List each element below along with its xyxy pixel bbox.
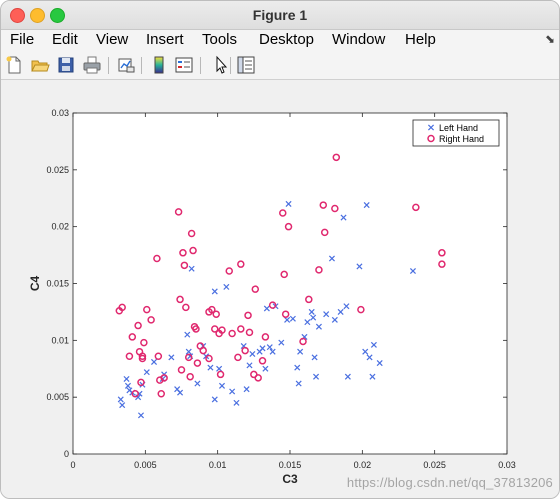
y-tick-label: 0.01 (51, 335, 69, 345)
toolbar-separator (230, 57, 231, 74)
x-tick-label: 0.02 (354, 460, 372, 470)
y-tick-label: 0.03 (51, 108, 69, 118)
figure-window: Figure 1 File Edit View Insert Tools Des… (0, 0, 560, 499)
menu-window[interactable]: Window (332, 31, 385, 48)
dock-arrow-icon[interactable]: ⬊ (545, 32, 555, 46)
insert-legend-icon[interactable] (174, 55, 194, 75)
print-icon[interactable] (82, 55, 102, 75)
toolbar-separator (200, 57, 201, 74)
toolbar-separator (141, 57, 142, 74)
y-tick-label: 0 (64, 449, 69, 459)
toolbar-separator (108, 57, 109, 74)
y-tick-label: 0.015 (46, 279, 69, 289)
y-tick-label: 0.02 (51, 222, 69, 232)
save-icon[interactable] (56, 55, 76, 75)
menu-file[interactable]: File (10, 31, 34, 48)
x-axis-label: C3 (282, 472, 298, 486)
link-plot-icon[interactable] (116, 55, 136, 75)
menu-bar: File Edit View Insert Tools Desktop Wind… (1, 30, 559, 52)
menu-tools[interactable]: Tools (202, 31, 237, 48)
x-tick-label: 0 (70, 460, 75, 470)
menu-desktop[interactable]: Desktop (259, 31, 314, 48)
menu-insert[interactable]: Insert (146, 31, 184, 48)
x-tick-label: 0.03 (498, 460, 516, 470)
x-tick-label: 0.01 (209, 460, 227, 470)
menu-view[interactable]: View (96, 31, 128, 48)
property-editor-icon[interactable] (236, 55, 256, 75)
legend-label-right-hand: Right Hand (439, 134, 484, 144)
window-title: Figure 1 (252, 7, 308, 23)
y-tick-label: 0.025 (46, 165, 69, 175)
scatter-plot[interactable]: 0 0.005 0.01 0.015 0.02 0.025 0.03 0 0.005 0.01 0.… (1, 80, 560, 499)
legend-label-left-hand: Left Hand (439, 123, 478, 133)
insert-colorbar-icon[interactable] (149, 55, 169, 75)
x-tick-label: 0.025 (423, 460, 446, 470)
new-figure-icon[interactable] (4, 55, 24, 75)
x-tick-label: 0.015 (279, 460, 302, 470)
figure-canvas: 0 0.005 0.01 0.015 0.02 0.025 0.03 0 0.005 0.01 0.… (1, 80, 560, 499)
title-bar[interactable]: Figure 1 (1, 1, 559, 30)
plot-area[interactable] (72, 112, 508, 455)
x-tick-label: 0.005 (134, 460, 157, 470)
open-file-icon[interactable] (30, 55, 50, 75)
y-tick-label: 0.005 (46, 392, 69, 402)
watermark-text: https://blog.csdn.net/qq_37813206 (346, 475, 553, 490)
y-axis-label: C4 (28, 276, 42, 292)
menu-edit[interactable]: Edit (52, 31, 78, 48)
figure-toolbar (1, 52, 559, 80)
edit-plot-icon[interactable] (211, 55, 231, 75)
legend[interactable]: Left Hand Right Hand (412, 119, 500, 147)
menu-help[interactable]: Help (405, 31, 436, 48)
